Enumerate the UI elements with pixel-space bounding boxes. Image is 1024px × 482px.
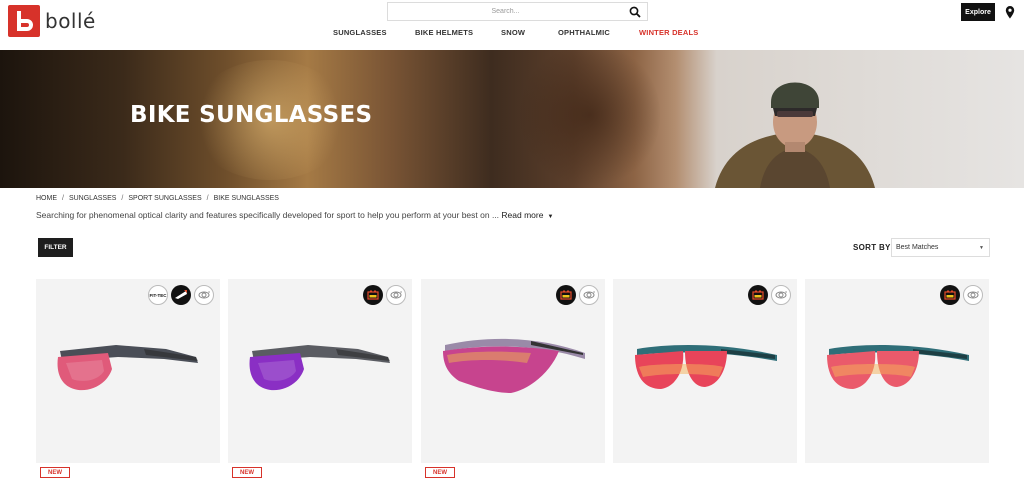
breadcrumb-bike-sunglasses: BIKE SUNGLASSES xyxy=(213,195,279,202)
360-view-icon xyxy=(194,285,214,305)
sunglasses-image xyxy=(827,345,969,389)
lens-battery-icon xyxy=(363,285,383,305)
lens-battery-icon xyxy=(556,285,576,305)
chevron-down-icon: ▼ xyxy=(979,245,984,251)
nav-item-snow[interactable]: SNOW xyxy=(501,28,525,37)
new-badge: NEW xyxy=(425,467,455,478)
site-header: bollé SUNGLASSES BIKE HELMETS SNOW OPHTH… xyxy=(0,0,1024,50)
nav-item-sunglasses[interactable]: SUNGLASSES xyxy=(333,28,387,37)
search-input[interactable] xyxy=(388,3,623,20)
chevron-down-icon[interactable]: ▼ xyxy=(547,214,553,220)
sort-select[interactable]: Best Matches ▼ xyxy=(891,238,990,257)
lens-tech-icon xyxy=(171,285,191,305)
sunglasses-image xyxy=(635,345,777,389)
sunglasses-image xyxy=(443,338,585,393)
description-text: Searching for phenomenal optical clarity… xyxy=(36,210,500,220)
360-view-icon xyxy=(579,285,599,305)
page-title: BIKE SUNGLASSES xyxy=(130,102,373,128)
filter-button[interactable]: FILTER xyxy=(38,238,73,257)
breadcrumb-sunglasses[interactable]: SUNGLASSES xyxy=(69,195,116,202)
map-pin-icon[interactable] xyxy=(1005,6,1015,19)
product-card[interactable] xyxy=(421,279,605,463)
breadcrumb-sport-sunglasses[interactable]: SPORT SUNGLASSES xyxy=(128,195,201,202)
read-more-link[interactable]: Read more xyxy=(501,210,543,220)
sunglasses-image xyxy=(57,345,198,391)
product-badges xyxy=(556,285,599,305)
search-bar xyxy=(387,2,648,21)
explore-button[interactable]: Explore xyxy=(961,3,995,21)
hero-shadow xyxy=(520,50,660,188)
nav-item-bike-helmets[interactable]: BIKE HELMETS xyxy=(415,28,473,37)
nav-item-winter-deals[interactable]: WINTER DEALS xyxy=(639,28,698,37)
sunglasses-image xyxy=(249,345,390,391)
product-badges: FIT-TEC xyxy=(148,285,214,305)
cyclist-image xyxy=(715,82,875,188)
product-card[interactable] xyxy=(613,279,797,463)
360-view-icon xyxy=(386,285,406,305)
fit-tec-badge: FIT-TEC xyxy=(148,285,168,305)
360-view-icon xyxy=(963,285,983,305)
new-badge: NEW xyxy=(40,467,70,478)
main-nav: SUNGLASSES BIKE HELMETS SNOW OPHTHALMIC … xyxy=(0,28,1024,42)
search-icon[interactable] xyxy=(629,6,641,18)
category-description: Searching for phenomenal optical clarity… xyxy=(36,210,553,220)
breadcrumb: HOME / SUNGLASSES / SPORT SUNGLASSES / BIKE SU… xyxy=(36,195,279,202)
sort-value: Best Matches xyxy=(896,244,939,251)
product-card[interactable]: FIT-TEC xyxy=(36,279,220,463)
sort-label: SORT BY xyxy=(853,243,891,252)
product-card[interactable] xyxy=(228,279,412,463)
new-badge: NEW xyxy=(232,467,262,478)
lens-battery-icon xyxy=(748,285,768,305)
product-badges xyxy=(363,285,406,305)
product-badges xyxy=(940,285,983,305)
lens-battery-icon xyxy=(940,285,960,305)
product-card[interactable] xyxy=(805,279,989,463)
breadcrumb-home[interactable]: HOME xyxy=(36,195,57,202)
product-badges xyxy=(748,285,791,305)
360-view-icon xyxy=(771,285,791,305)
nav-item-ophthalmic[interactable]: OPHTHALMIC xyxy=(558,28,610,37)
hero-banner: BIKE SUNGLASSES xyxy=(0,50,1024,188)
